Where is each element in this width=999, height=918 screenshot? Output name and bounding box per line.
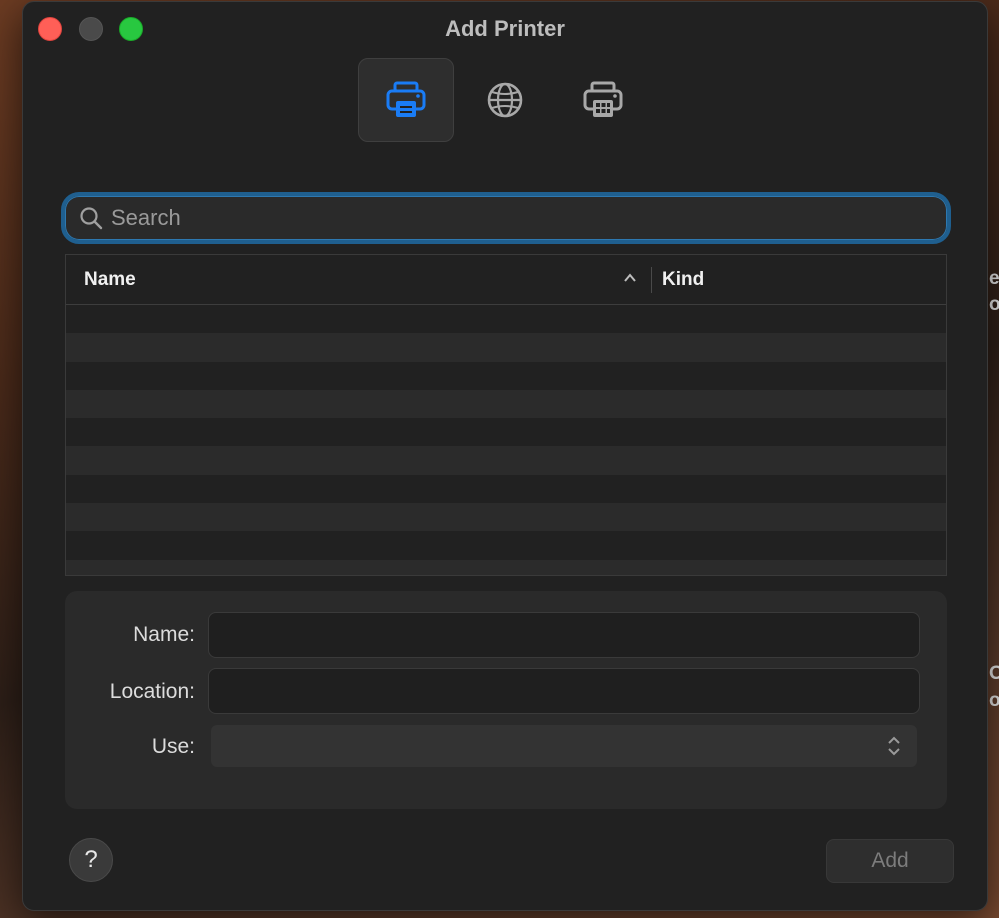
location-field[interactable] bbox=[208, 668, 920, 714]
window-title: Add Printer bbox=[445, 16, 565, 41]
search-icon bbox=[80, 207, 103, 230]
location-label: Location: bbox=[109, 680, 195, 703]
table-row bbox=[66, 559, 946, 575]
use-label: Use: bbox=[151, 735, 195, 758]
name-field[interactable] bbox=[208, 612, 920, 658]
column-divider[interactable] bbox=[651, 267, 652, 293]
table-row bbox=[66, 362, 946, 390]
table-header: Name Kind bbox=[66, 255, 946, 305]
background-text-3: Or bbox=[989, 663, 999, 684]
search-input[interactable] bbox=[111, 205, 911, 231]
column-header-kind[interactable]: Kind bbox=[662, 269, 704, 291]
help-button[interactable]: ? bbox=[69, 838, 113, 882]
column-header-name[interactable]: Name bbox=[84, 269, 136, 291]
table-row bbox=[66, 418, 946, 446]
table-row bbox=[66, 503, 946, 532]
sort-ascending-icon bbox=[624, 273, 636, 282]
printer-details-panel: Name: Location: Use: bbox=[65, 591, 947, 809]
search-field[interactable] bbox=[61, 192, 951, 244]
table-row bbox=[66, 333, 946, 362]
tab-windows-printer[interactable] bbox=[555, 58, 651, 142]
add-printer-window: Add Printer Search Name Kind Name: Locat… bbox=[22, 1, 988, 911]
printer-table[interactable]: Name Kind bbox=[65, 254, 947, 576]
windows-printer-icon bbox=[583, 81, 623, 117]
use-select[interactable] bbox=[211, 725, 917, 767]
background-text-2: ou bbox=[989, 294, 999, 315]
table-row bbox=[66, 305, 946, 333]
background-text-1: e bbox=[989, 268, 999, 289]
table-row bbox=[66, 389, 946, 419]
table-row bbox=[66, 446, 946, 475]
ip-globe-icon bbox=[487, 82, 523, 118]
table-row bbox=[66, 531, 946, 559]
local-printer-icon bbox=[386, 81, 426, 117]
chevron-up-down-icon bbox=[888, 736, 900, 756]
tab-ip-printer[interactable] bbox=[457, 58, 553, 142]
tab-default-printer[interactable] bbox=[358, 58, 454, 142]
name-label: Name: bbox=[133, 623, 195, 646]
background-text-4: ol bbox=[989, 690, 999, 711]
add-button[interactable]: Add bbox=[826, 839, 954, 883]
table-row bbox=[66, 475, 946, 503]
